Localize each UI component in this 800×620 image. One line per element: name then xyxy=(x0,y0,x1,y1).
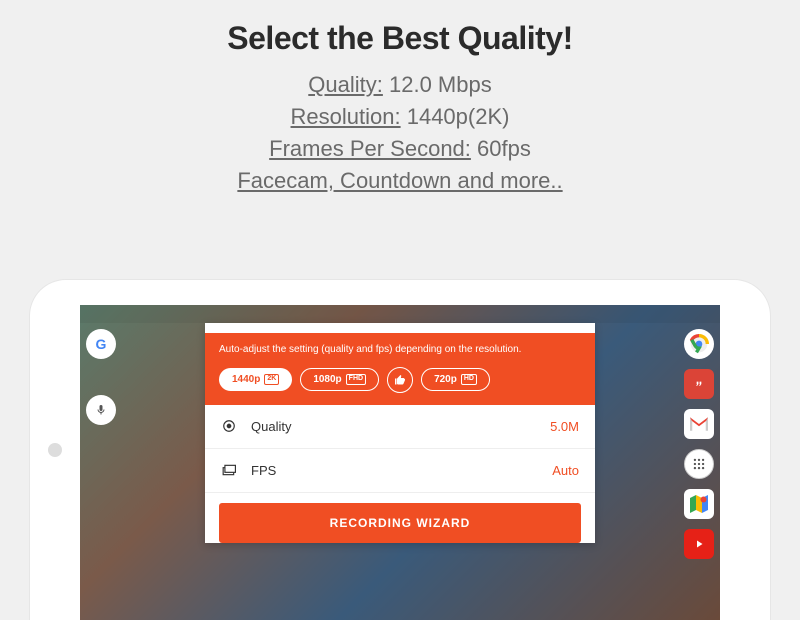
auto-adjust-hint: Auto-adjust the setting (quality and fps… xyxy=(219,343,539,357)
resolution-1080p-label: 1080p xyxy=(313,374,341,385)
resolution-1440p-badge: 2K xyxy=(264,374,279,384)
fps-label: FPS xyxy=(251,463,552,478)
tablet-screen: G xyxy=(80,305,720,620)
resolution-1080p[interactable]: 1080p FHD xyxy=(300,368,379,391)
fps-value: Auto xyxy=(552,463,579,478)
spec-fps-label: Frames Per Second: xyxy=(269,136,471,161)
hangouts-icon[interactable] xyxy=(684,369,714,399)
youtube-icon[interactable] xyxy=(684,529,714,559)
voice-search-icon[interactable] xyxy=(86,395,116,425)
page-title: Select the Best Quality! xyxy=(0,20,800,57)
spec-quality-value: 12.0 Mbps xyxy=(383,72,492,97)
resolution-header: Auto-adjust the setting (quality and fps… xyxy=(205,333,595,405)
app-drawer-icon[interactable] xyxy=(684,449,714,479)
quality-label: Quality xyxy=(251,419,550,434)
left-dock: G xyxy=(86,329,116,425)
spec-more: Facecam, Countdown and more.. xyxy=(0,165,800,197)
frames-icon xyxy=(221,464,237,476)
spec-quality: Quality: 12.0 Mbps xyxy=(0,69,800,101)
panel-top-strip xyxy=(205,323,595,333)
promo-header: Select the Best Quality! Quality: 12.0 M… xyxy=(0,0,800,197)
status-bar xyxy=(80,305,720,323)
recording-wizard-button[interactable]: RECORDING WIZARD xyxy=(219,503,581,543)
home-button xyxy=(48,443,62,457)
resolution-720p-badge: HD xyxy=(461,374,477,384)
spec-quality-label: Quality: xyxy=(308,72,383,97)
settings-panel: Auto-adjust the setting (quality and fps… xyxy=(205,323,595,543)
resolution-720p[interactable]: 720p HD xyxy=(421,368,490,391)
gmail-icon[interactable] xyxy=(684,409,714,439)
chrome-icon[interactable] xyxy=(684,329,714,359)
right-dock xyxy=(684,329,714,559)
spec-fps-value: 60fps xyxy=(471,136,531,161)
spec-resolution: Resolution: 1440p(2K) xyxy=(0,101,800,133)
spec-fps: Frames Per Second: 60fps xyxy=(0,133,800,165)
spec-resolution-value: 1440p(2K) xyxy=(401,104,510,129)
thumbs-up-icon[interactable] xyxy=(387,367,413,393)
tablet-frame: G xyxy=(30,280,770,620)
resolution-options: 1440p 2K 1080p FHD 720p HD xyxy=(219,367,581,393)
quality-row[interactable]: Quality 5.0M xyxy=(205,405,595,449)
resolution-720p-label: 720p xyxy=(434,374,457,385)
spec-more-label: Facecam, Countdown and more.. xyxy=(237,168,562,193)
resolution-1440p-label: 1440p xyxy=(232,374,260,385)
fps-row[interactable]: FPS Auto xyxy=(205,449,595,493)
quality-value: 5.0M xyxy=(550,419,579,434)
google-icon[interactable]: G xyxy=(86,329,116,359)
maps-icon[interactable] xyxy=(684,489,714,519)
spec-resolution-label: Resolution: xyxy=(291,104,401,129)
target-icon xyxy=(221,419,237,433)
settings-list: Quality 5.0M FPS Auto xyxy=(205,405,595,493)
resolution-1440p[interactable]: 1440p 2K xyxy=(219,368,292,391)
resolution-1080p-badge: FHD xyxy=(346,374,366,384)
